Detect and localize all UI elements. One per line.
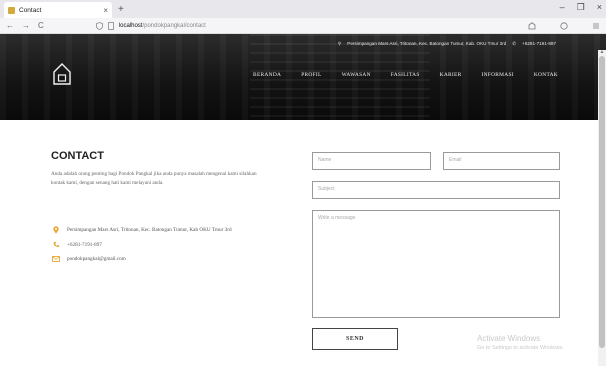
address-row: Persimpangan Mars Asri, Tritonan, Kec. B… (51, 226, 232, 234)
maximize-button[interactable]: ❐ (577, 2, 585, 13)
forward-icon[interactable]: → (22, 21, 30, 30)
email-row: pondokpangkal@gmail.com (51, 256, 126, 262)
address-bar[interactable]: localhost/pondokpangkal/contact (95, 20, 476, 32)
tab-title: Contact (19, 6, 42, 14)
page-icon (107, 21, 114, 30)
address-text: Persimpangan Mars Asri, Tritonan, Kec. B… (67, 227, 232, 233)
back-icon[interactable]: ← (6, 21, 14, 30)
minimize-button[interactable]: – (560, 2, 565, 13)
scroll-up-icon[interactable]: ▲ (598, 50, 606, 55)
phone-icon: ✆ (512, 41, 517, 46)
watermark-title: Activate Windows (477, 334, 541, 343)
nav-item-karier[interactable]: KARIER (440, 72, 462, 78)
top-info: ⚲ Persimpangan Mars Asri, Tritonan, Kec.… (338, 41, 556, 47)
page-title: CONTACT (51, 150, 104, 162)
scrollbar-thumb[interactable] (599, 56, 605, 348)
browser-toolbar-right (528, 21, 600, 30)
main-nav: BERANDA PROFIL WAWASAN FASILITAS KARIER … (253, 72, 558, 78)
send-button[interactable]: SEND (312, 328, 398, 350)
browser-tab-bar: Contact × + – ❐ × (0, 0, 606, 18)
site-header: ⚲ Persimpangan Mars Asri, Tritonan, Kec.… (0, 34, 606, 120)
browser-tab[interactable]: Contact × (4, 2, 112, 18)
nav-item-kontak[interactable]: KONTAK (534, 72, 558, 78)
phone-row: +6281-7191-897 (51, 241, 102, 248)
browser-nav-bar: ← → C localhost/pondokpangkal/contact (0, 18, 606, 34)
close-window-button[interactable]: × (597, 2, 602, 13)
home-logo-icon[interactable] (52, 62, 72, 86)
contact-description: Anda adalah orang penting bagi Pondok Pa… (51, 171, 257, 186)
windows-activation-watermark: Activate Windows Go to Settings to activ… (477, 334, 564, 351)
phone-icon (51, 241, 61, 248)
contact-section: CONTACT Anda adalah orang penting bagi P… (0, 120, 606, 370)
location-pin-icon (51, 226, 61, 234)
profile-icon[interactable] (560, 21, 568, 30)
shield-icon (95, 21, 103, 30)
location-pin-icon: ⚲ (337, 41, 342, 46)
email-icon (51, 256, 61, 262)
top-phone: +6281-7191-897 (522, 41, 556, 46)
message-textarea[interactable]: Write a message (312, 210, 560, 318)
page-scrollbar[interactable]: ▲ (598, 50, 606, 366)
favicon-icon (8, 6, 15, 14)
top-address: Persimpangan Mars Asri, Tritonan, Kec. B… (347, 41, 507, 46)
nav-item-beranda[interactable]: BERANDA (253, 72, 281, 78)
menu-icon[interactable] (592, 22, 600, 30)
url-host: localhost (118, 22, 143, 29)
new-tab-button[interactable]: + (118, 4, 124, 15)
email-text: pondokpangkal@gmail.com (67, 256, 126, 262)
nav-item-fasilitas[interactable]: FASILITAS (391, 72, 420, 78)
extension-icon[interactable] (528, 21, 536, 30)
nav-item-wawasan[interactable]: WAWASAN (342, 72, 371, 78)
tab-close-button[interactable]: × (103, 6, 108, 15)
phone-text: +6281-7191-897 (67, 241, 102, 248)
name-input[interactable]: Name (312, 152, 431, 170)
subject-input[interactable]: Subject (312, 181, 560, 199)
nav-item-profil[interactable]: PROFIL (301, 72, 321, 78)
nav-item-informasi[interactable]: INFORMASI (482, 72, 514, 78)
url-path: /pondokpangkal/contact (142, 22, 206, 29)
reload-icon[interactable]: C (38, 21, 44, 30)
watermark-subtitle: Go to Settings to activate Windows. (477, 345, 564, 351)
email-input[interactable]: Email (443, 152, 560, 170)
window-controls: – ❐ × (560, 2, 602, 13)
